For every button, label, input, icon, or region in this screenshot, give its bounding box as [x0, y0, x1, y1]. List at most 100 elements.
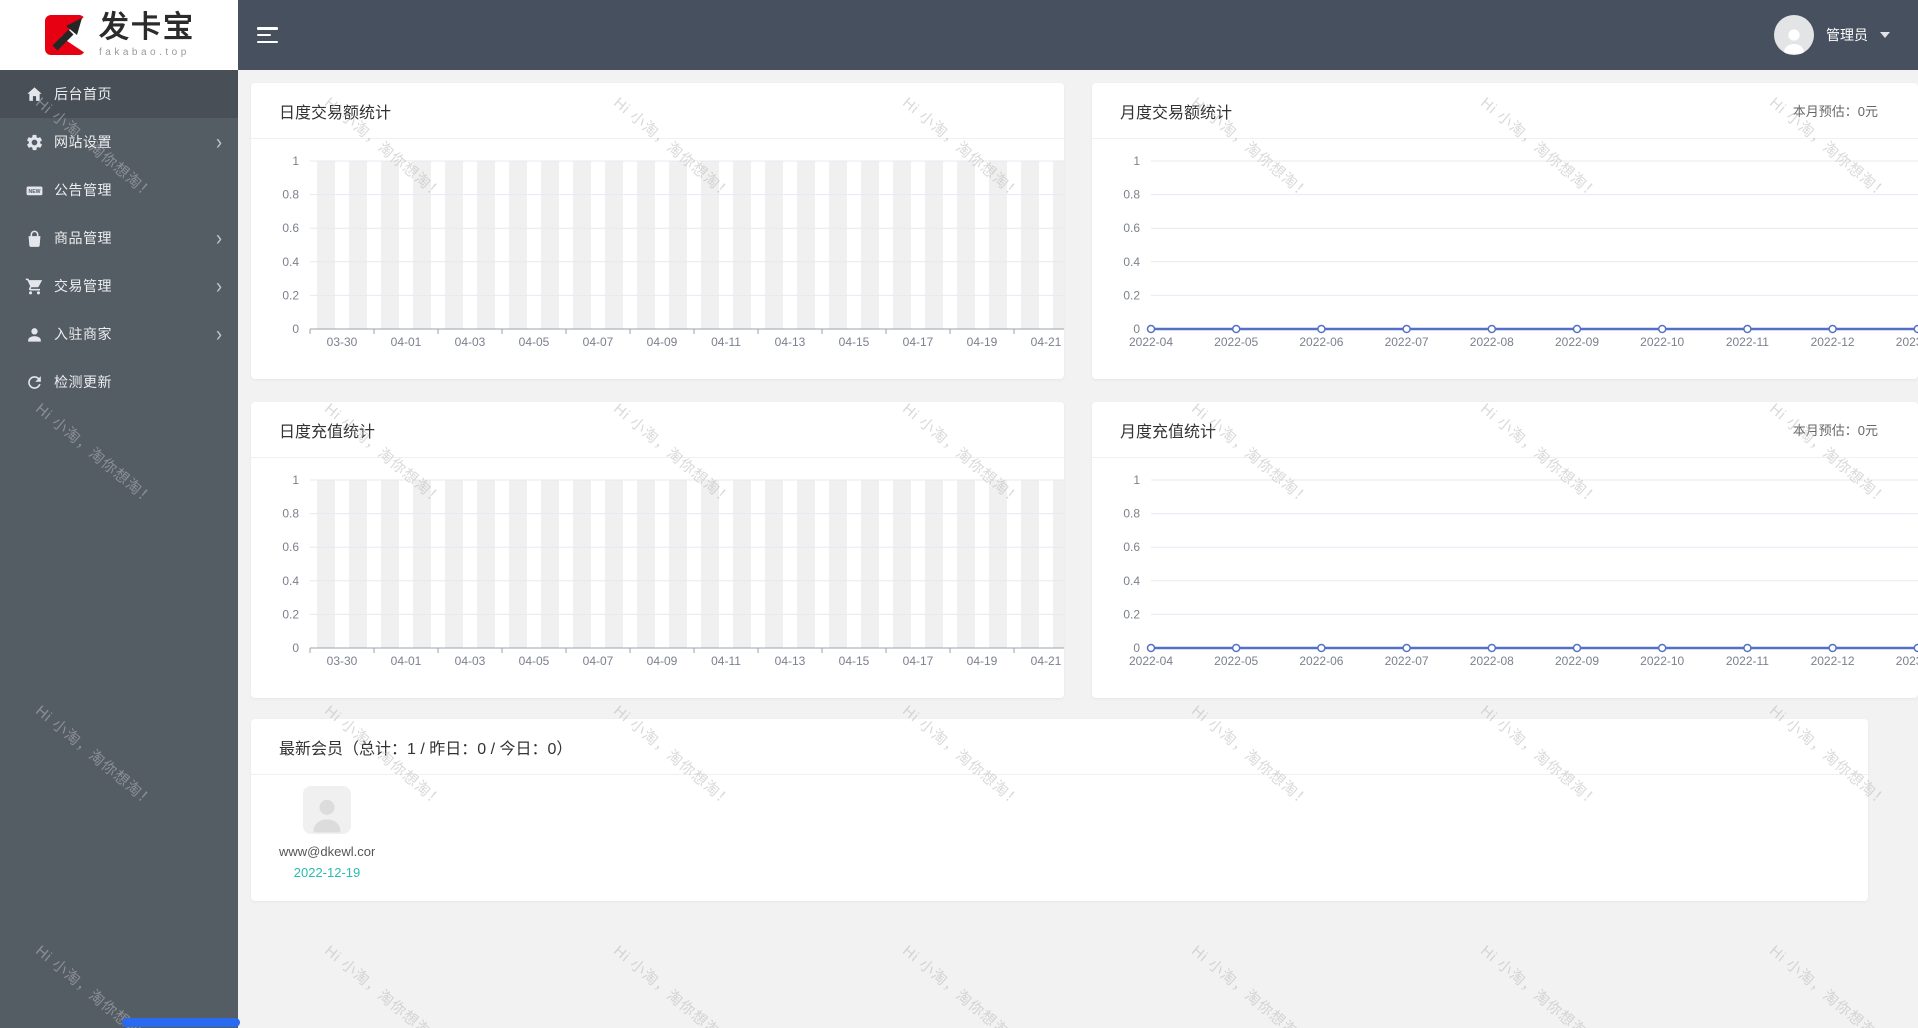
- member-register-date: 2022-12-19: [293, 865, 361, 880]
- month-estimate-label: 本月预估：0元: [1792, 423, 1878, 438]
- goods-bag-icon: [24, 228, 44, 248]
- svg-text:04-03: 04-03: [455, 335, 486, 349]
- panel-title: 月度充值统计: [1120, 423, 1217, 441]
- svg-text:NEW: NEW: [28, 188, 40, 194]
- member-item[interactable]: www@dkewl.com 2022-12-19: [279, 786, 375, 880]
- cart-icon: [24, 276, 44, 296]
- brand-name: 发卡宝: [99, 10, 195, 44]
- svg-text:0.6: 0.6: [1123, 221, 1140, 235]
- svg-text:2022-11: 2022-11: [1726, 654, 1769, 668]
- svg-text:04-19: 04-19: [967, 654, 998, 668]
- svg-text:0.8: 0.8: [282, 188, 299, 202]
- brand-domain: fakabao.top: [99, 46, 190, 58]
- sidebar-item[interactable]: 检测更新: [0, 358, 238, 406]
- svg-text:0.4: 0.4: [282, 574, 299, 588]
- svg-text:04-13: 04-13: [775, 654, 806, 668]
- monthly-trade-chart: 0 0.2 0.4 0.6 0.8 1 2022-04 2022-05 2022-06 2022-…: [1092, 138, 1918, 379]
- svg-text:0.6: 0.6: [1123, 540, 1140, 554]
- sidebar-item-label: 检测更新: [54, 374, 112, 390]
- brand-logo-icon: [45, 15, 85, 55]
- svg-text:1: 1: [1133, 473, 1140, 487]
- sidebar-item-label: 网站设置: [54, 134, 112, 150]
- panel-daily-recharge: 日度充值统计 0 0.2 0.4 0.6 0.8 1 03-30 04-01 04-03 04-0…: [251, 402, 1064, 698]
- svg-text:0.6: 0.6: [282, 221, 299, 235]
- sidebar-item[interactable]: 商品管理 ›: [0, 214, 238, 262]
- svg-text:2022-05: 2022-05: [1214, 654, 1258, 668]
- logo: 发卡宝 fakabao.top: [0, 0, 238, 70]
- svg-text:0.2: 0.2: [282, 288, 299, 302]
- svg-text:2022-09: 2022-09: [1555, 654, 1599, 668]
- svg-text:2022-08: 2022-08: [1470, 654, 1514, 668]
- svg-text:2022-12: 2022-12: [1811, 335, 1855, 349]
- svg-text:04-11: 04-11: [711, 654, 741, 668]
- top-bar: 发卡宝 fakabao.top 管理员: [0, 0, 1918, 70]
- svg-text:03-30: 03-30: [327, 654, 358, 668]
- update-icon: [24, 372, 44, 392]
- sidebar-item-label: 后台首页: [54, 86, 112, 102]
- daily-recharge-chart: 0 0.2 0.4 0.6 0.8 1 03-30 04-01 04-03 04-05 04-07 0…: [251, 457, 1064, 698]
- svg-text:04-01: 04-01: [391, 335, 422, 349]
- monthly-recharge-chart: 0 0.2 0.4 0.6 0.8 1 2022-04 2022-05 2022-06 2022-…: [1092, 457, 1918, 698]
- svg-text:0.8: 0.8: [282, 507, 299, 521]
- panel-latest-members: 最新会员（总计：1 / 昨日：0 / 今日：0） www@dkewl.com 20…: [251, 719, 1868, 901]
- svg-text:0: 0: [1133, 641, 1140, 655]
- sidebar-item[interactable]: NEW 公告管理: [0, 166, 238, 214]
- svg-text:04-11: 04-11: [711, 335, 741, 349]
- sidebar-item[interactable]: 后台首页: [0, 70, 238, 118]
- svg-text:2022-07: 2022-07: [1385, 654, 1429, 668]
- announcement-icon: NEW: [24, 180, 44, 200]
- svg-text:04-05: 04-05: [519, 654, 550, 668]
- svg-text:04-01: 04-01: [391, 654, 422, 668]
- svg-text:04-15: 04-15: [839, 335, 870, 349]
- svg-text:04-19: 04-19: [967, 335, 998, 349]
- svg-text:2022-04: 2022-04: [1129, 335, 1173, 349]
- svg-text:2023-01: 2023-01: [1896, 654, 1918, 668]
- user-avatar[interactable]: [1774, 15, 1814, 55]
- panel-title: 最新会员（总计：1 / 昨日：0 / 今日：0）: [279, 740, 573, 758]
- home-icon: [24, 84, 44, 104]
- panel-daily-trade: 日度交易额统计 0 0.2 0.4 0.6 0.8 1 03-30 04-01 04-03 04-…: [251, 83, 1064, 379]
- chevron-down-icon: [1880, 32, 1890, 38]
- svg-text:2022-10: 2022-10: [1640, 654, 1684, 668]
- svg-text:04-07: 04-07: [583, 335, 614, 349]
- svg-text:04-09: 04-09: [647, 654, 678, 668]
- svg-text:2022-04: 2022-04: [1129, 654, 1173, 668]
- svg-text:1: 1: [292, 154, 299, 168]
- svg-text:2022-09: 2022-09: [1555, 335, 1599, 349]
- sidebar-item-label: 公告管理: [54, 182, 112, 198]
- svg-text:2022-07: 2022-07: [1385, 335, 1429, 349]
- person-icon: [1784, 29, 1804, 54]
- svg-text:04-15: 04-15: [839, 654, 870, 668]
- svg-text:0: 0: [292, 641, 299, 655]
- svg-text:0.6: 0.6: [282, 540, 299, 554]
- user-name: 管理员: [1826, 27, 1868, 43]
- chevron-right-icon: ›: [216, 274, 222, 298]
- members-list: www@dkewl.com 2022-12-19: [279, 786, 375, 880]
- svg-text:2022-05: 2022-05: [1214, 335, 1258, 349]
- svg-text:1: 1: [1133, 154, 1140, 168]
- person-icon: [313, 799, 341, 833]
- panel-monthly-trade: 月度交易额统计 本月预估：0元 0 0.2 0.4 0.6 0.8 1 2022-04 202…: [1092, 83, 1918, 379]
- svg-text:0.2: 0.2: [1123, 607, 1140, 621]
- svg-text:0: 0: [292, 322, 299, 336]
- panel-title: 月度交易额统计: [1120, 104, 1233, 122]
- svg-text:0.4: 0.4: [1123, 255, 1140, 269]
- hamburger-menu-icon[interactable]: [257, 27, 279, 43]
- svg-text:0.2: 0.2: [282, 607, 299, 621]
- sidebar-item[interactable]: 交易管理 ›: [0, 262, 238, 310]
- user-menu[interactable]: 管理员: [1774, 15, 1890, 55]
- svg-text:0.2: 0.2: [1123, 288, 1140, 302]
- sidebar-item-label: 交易管理: [54, 278, 112, 294]
- svg-text:04-17: 04-17: [903, 335, 934, 349]
- panel-monthly-recharge: 月度充值统计 本月预估：0元 0 0.2 0.4 0.6 0.8 1 2022-04 2022…: [1092, 402, 1918, 698]
- daily-trade-chart: 0 0.2 0.4 0.6 0.8 1 03-30 04-01 04-03 04-05 04-07 0…: [251, 138, 1064, 379]
- panel-title: 日度交易额统计: [279, 104, 392, 122]
- panel-title: 日度充值统计: [279, 423, 376, 441]
- svg-text:2022-11: 2022-11: [1726, 335, 1769, 349]
- sidebar-item[interactable]: 网站设置 ›: [0, 118, 238, 166]
- svg-text:0.4: 0.4: [282, 255, 299, 269]
- sidebar-item[interactable]: 入驻商家 ›: [0, 310, 238, 358]
- svg-text:04-03: 04-03: [455, 654, 486, 668]
- svg-text:2022-08: 2022-08: [1470, 335, 1514, 349]
- horizontal-scrollbar-thumb[interactable]: [122, 1018, 240, 1027]
